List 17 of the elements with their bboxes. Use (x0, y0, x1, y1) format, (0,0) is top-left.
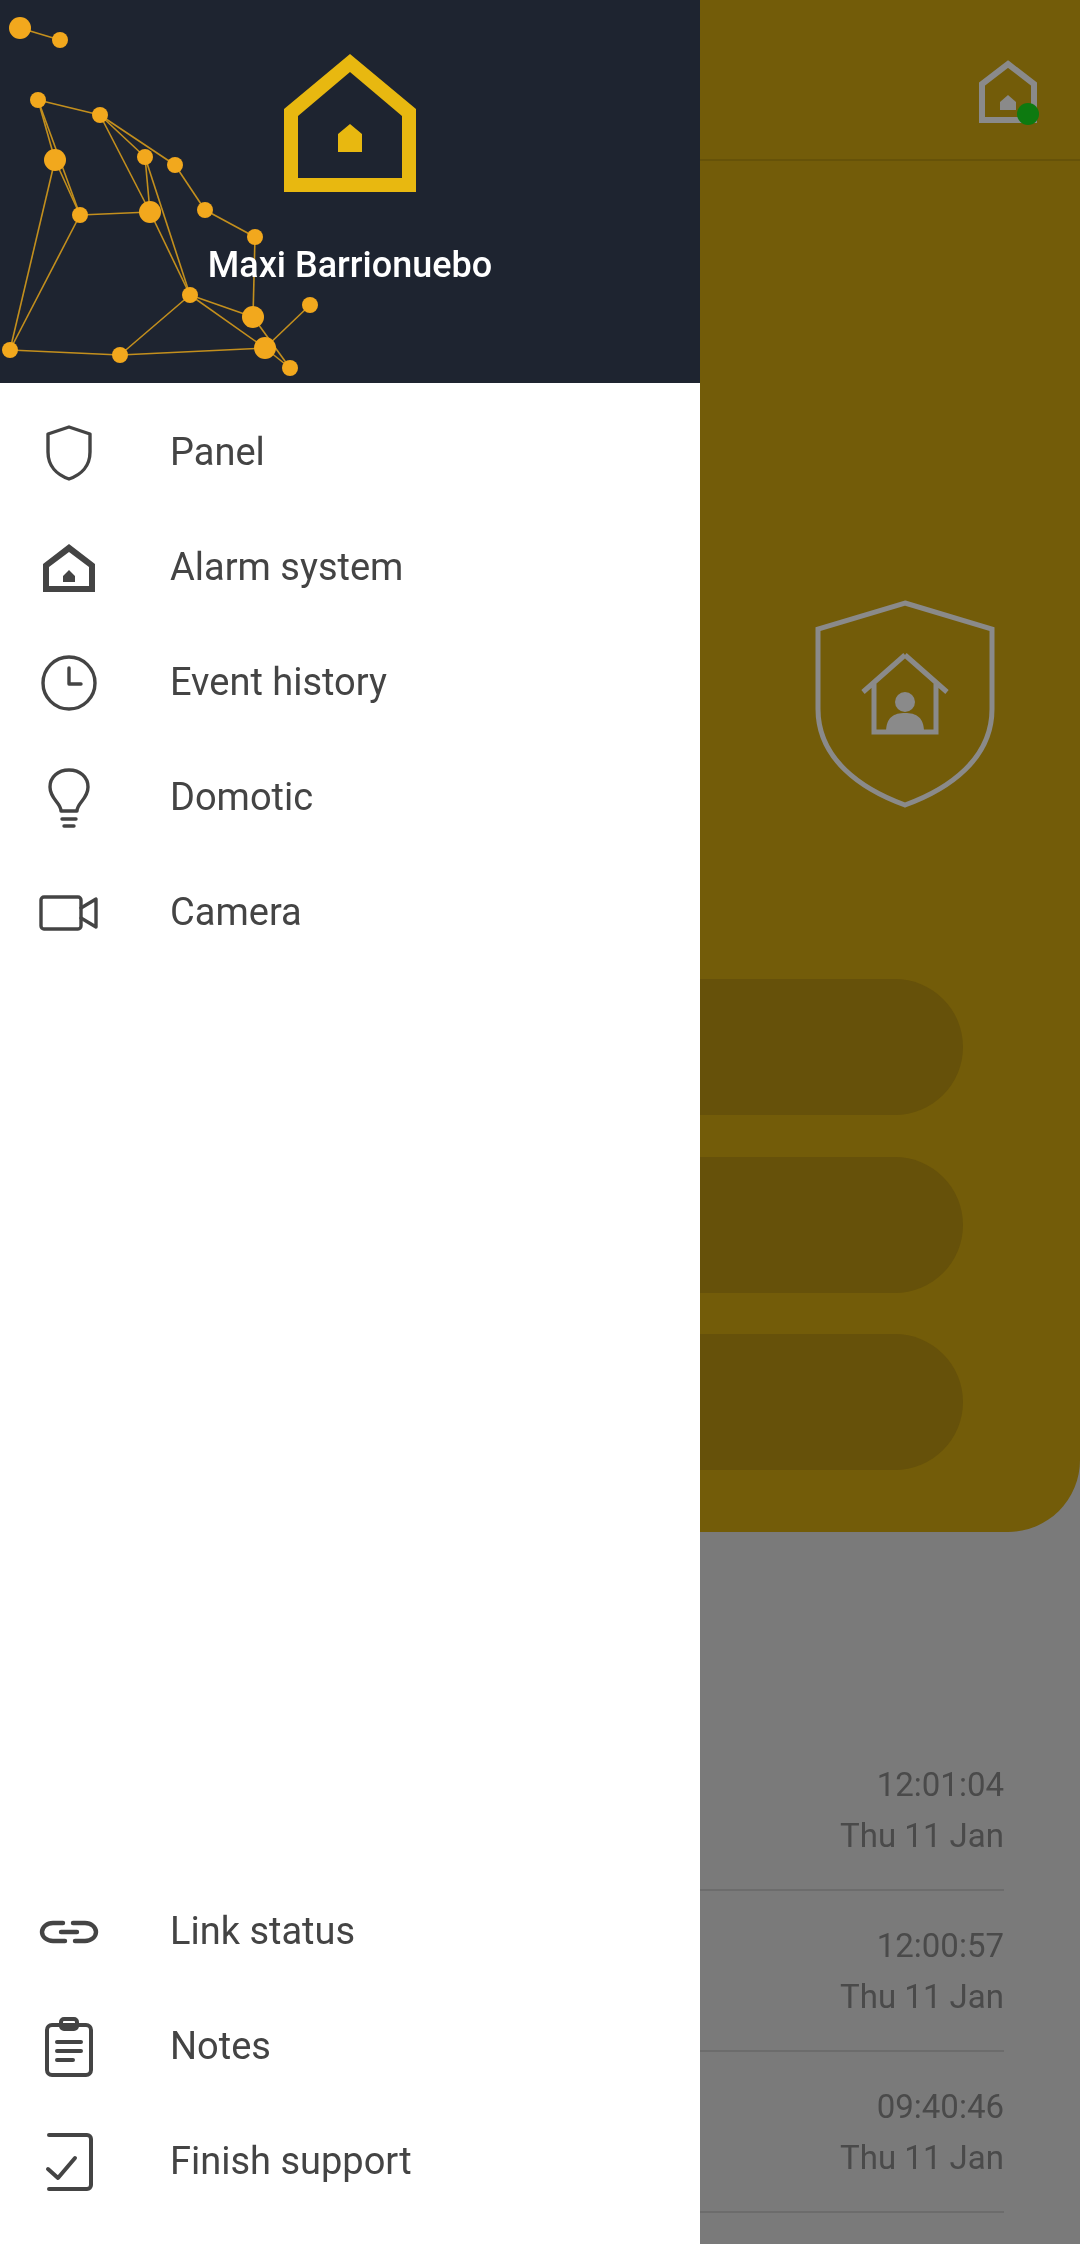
shield-icon (44, 423, 94, 482)
menu-item[interactable]: Camera (0, 855, 700, 970)
menu-item[interactable]: Link status (0, 1874, 700, 1989)
menu-item[interactable]: Alarm system (0, 510, 700, 625)
menu-item[interactable]: Event history (0, 625, 700, 740)
video-camera-icon (39, 892, 99, 933)
menu-item[interactable]: Notes (0, 1989, 700, 2104)
house-logo-icon (284, 54, 416, 192)
shield-house-icon (814, 599, 996, 809)
clock-icon (40, 653, 98, 712)
lightbulb-icon (46, 766, 92, 829)
clipboard-icon (43, 2015, 95, 2078)
menu-item[interactable]: Panel (0, 395, 700, 510)
house-icon (41, 541, 97, 594)
menu-item[interactable]: Finish support (0, 2104, 700, 2219)
menu-item[interactable]: Domotic (0, 740, 700, 855)
checkbox-icon (43, 2130, 95, 2193)
